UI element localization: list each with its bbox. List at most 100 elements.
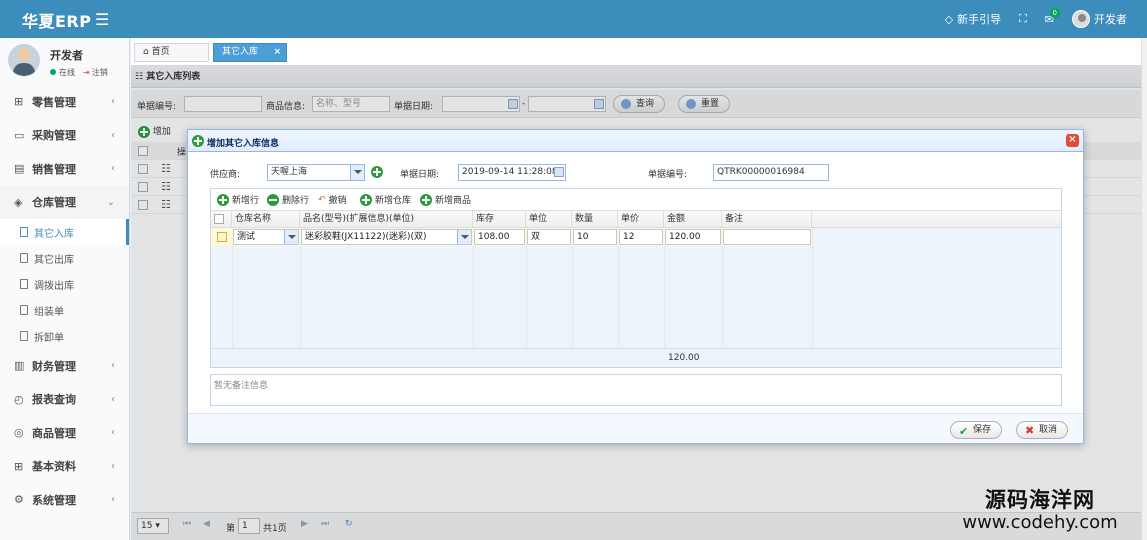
doc-icon [20, 305, 28, 315]
menu-icon: ▥ [14, 359, 25, 373]
sidebar-subitem-label: 其它出库 [34, 254, 74, 266]
col-warehouse: 仓库名称 [232, 211, 300, 229]
grid-line [812, 228, 813, 348]
sidebar-item-menus3[interactable]: ◈ 仓库管理 ⌄ [0, 185, 129, 219]
menu-icon: ⊞ [14, 95, 24, 109]
unit-field[interactable]: 双 [527, 229, 571, 245]
undo-button[interactable]: ↶ 撤销 [318, 193, 347, 207]
tab-home[interactable]: ⌂ 首页 [134, 43, 209, 62]
sidebar-item-label: 商品管理 [32, 426, 76, 440]
sidebar-subitem-3[interactable]: 组装单 [0, 297, 129, 323]
sidebar-subitem-label: 拆卸单 [34, 332, 64, 344]
product-select[interactable]: 迷彩胶鞋(JX11122)(迷彩)(双) [301, 229, 472, 245]
price-field[interactable]: 12 [619, 229, 663, 245]
tab-other-inbound[interactable]: 其它入库 × [213, 43, 287, 62]
logout-icon: ⇥ [83, 68, 90, 77]
sidebar-item-menus1[interactable]: ▭ 采购管理 ‹ [0, 119, 129, 153]
watermark-line1: 源码海洋网 [985, 488, 1095, 512]
warehouse-select[interactable]: 测试 [233, 229, 299, 245]
remark-textarea[interactable]: 暂无备注信息 [210, 374, 1062, 406]
items-panel: 新增行 删除行 ↶ 撤销 新增仓库 新增商品 仓库名称 品名(型号)(扩展信息)(… [210, 188, 1062, 368]
chevron-icon: ‹ [111, 494, 115, 506]
watermark-line2: www.codehy.com [962, 512, 1118, 533]
dialog-close-button[interactable]: × [1066, 134, 1079, 147]
select-all-checkbox[interactable] [214, 214, 224, 224]
sidebar-subitem-2[interactable]: 调拨出库 [0, 271, 129, 297]
dialog-body: 供应商: 天喔上海 单据日期: 2019-09-14 11:28:08 单据编号… [188, 153, 1083, 413]
items-grid-body: 测试 迷彩胶鞋(JX11122)(迷彩)(双) 108.00 双 10 12 1… [211, 228, 1061, 348]
doc-icon [20, 331, 28, 341]
grid-line [526, 228, 527, 348]
chevron-down-icon[interactable] [284, 230, 298, 244]
add-warehouse-button[interactable]: 新增仓库 [360, 193, 411, 206]
col-unit: 单位 [526, 211, 572, 229]
page-scrollbar[interactable] [1141, 38, 1147, 540]
home-icon: ⌂ [143, 47, 149, 57]
add-goods-label: 新增商品 [435, 196, 472, 206]
add-supplier-button[interactable] [371, 166, 383, 178]
fullscreen-icon: ⛶ [1019, 12, 1027, 25]
cancel-icon: ✖ [1025, 424, 1035, 437]
save-button[interactable]: ✔ 保存 [950, 421, 1003, 439]
undo-icon: ↶ [318, 194, 326, 205]
add-inbound-dialog: 增加其它入库信息 × 供应商: 天喔上海 单据日期: 2019-09-14 11… [187, 129, 1084, 444]
app-logo[interactable]: 华夏ERP [22, 8, 91, 32]
chevron-down-icon[interactable] [350, 165, 364, 180]
col-product: 品名(型号)(扩展信息)(单位) [300, 211, 473, 229]
user-panel: 开发者 在线 ⇥ 注销 [0, 38, 129, 85]
stock-field[interactable]: 108.00 [474, 229, 525, 245]
tab-close-icon[interactable]: × [273, 44, 281, 61]
table-row[interactable]: 测试 迷彩胶鞋(JX11122)(迷彩)(双) 108.00 双 10 12 1… [211, 228, 812, 246]
doc-icon [20, 227, 28, 237]
sidebar-item-menus20[interactable]: ▥ 财务管理 ‹ [0, 349, 129, 383]
supplier-label: 供应商: [210, 170, 241, 180]
sidebar-item-label: 财务管理 [32, 359, 76, 373]
row-checkbox[interactable] [217, 232, 227, 242]
sidebar: 开发者 在线 ⇥ 注销 ⊞ 零售管理 ‹ ▭ 采购管理 ‹ ▤ 销售管理 ‹ ◈ 仓库管理 ⌄ 其它入库… [0, 38, 130, 540]
col-price: 单价 [618, 211, 664, 229]
chevron-icon: ‹ [111, 129, 115, 141]
cancel-label: 取消 [1039, 425, 1058, 435]
bill-no-input[interactable]: QTRK00000016984 [713, 164, 829, 181]
check-icon: ✔ [959, 425, 969, 438]
remark-field[interactable] [723, 229, 811, 245]
doc-icon [20, 279, 28, 289]
dialog-title: 增加其它入库信息 [207, 139, 280, 149]
sidebar-item-menus22[interactable]: ◎ 商品管理 ‹ [0, 416, 129, 450]
col-amount: 金额 [664, 211, 722, 229]
bill-date-input[interactable]: 2019-09-14 11:28:08 [458, 164, 566, 181]
chevron-icon: ‹ [111, 427, 115, 439]
amount-field[interactable]: 120.00 [665, 229, 721, 245]
sidebar-item-menus24[interactable]: ⚙ 系统管理 ‹ [0, 483, 129, 517]
calendar-icon[interactable] [554, 167, 564, 177]
dialog-footer: ✔ 保存 ✖ 取消 [188, 413, 1083, 443]
chevron-down-icon[interactable] [457, 230, 471, 244]
sidebar-item-label: 系统管理 [32, 493, 76, 507]
add-goods-button[interactable]: 新增商品 [420, 193, 471, 206]
guide-link[interactable]: ◇ 新手引导 [945, 11, 1001, 27]
sidebar-item-menus2[interactable]: ▤ 销售管理 ‹ [0, 152, 129, 186]
sidebar-item-menus21[interactable]: ◴ 报表查询 ‹ [0, 383, 129, 417]
user-menu[interactable]: 开发者 [1072, 10, 1127, 28]
sidebar-item-label: 仓库管理 [32, 196, 76, 210]
sidebar-item-menus23[interactable]: ⊞ 基本资料 ‹ [0, 450, 129, 484]
grid-line [232, 228, 233, 348]
fullscreen-button[interactable]: ⛶ [1019, 12, 1027, 26]
sidebar-subitem-1[interactable]: 其它出库 [0, 245, 129, 271]
bill-no-label: 单据编号: [648, 170, 688, 180]
message-button[interactable]: ✉ 0 [1045, 7, 1060, 26]
sidebar-subitem-0[interactable]: 其它入库 [0, 219, 129, 245]
add-row-button[interactable]: 新增行 [217, 193, 259, 206]
qty-field[interactable]: 10 [573, 229, 617, 245]
supplier-select[interactable]: 天喔上海 [267, 164, 365, 181]
sidebar-subitem-4[interactable]: 拆卸单 [0, 323, 129, 349]
delete-row-button[interactable]: 删除行 [267, 193, 309, 206]
menu-toggle-icon[interactable]: ☰ [95, 10, 109, 29]
logout-link[interactable]: ⇥ 注销 [83, 67, 108, 78]
sidebar-item-menus0[interactable]: ⊞ 零售管理 ‹ [0, 85, 129, 119]
online-status: 在线 [50, 67, 75, 78]
online-dot-icon [50, 69, 56, 75]
menu-icon: ▤ [14, 162, 25, 176]
cancel-button[interactable]: ✖ 取消 [1016, 421, 1069, 439]
notify-badge: 0 [1049, 7, 1060, 18]
